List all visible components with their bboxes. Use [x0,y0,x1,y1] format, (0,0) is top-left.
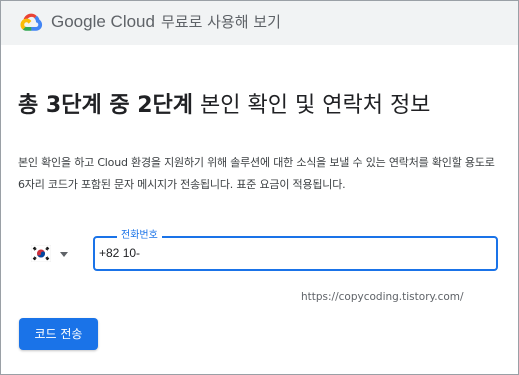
south-korea-flag-icon [31,245,51,262]
description-text: 본인 확인을 하고 Cloud 환경을 지원하기 위해 솔루션에 대한 소식을 … [18,156,495,191]
country-code-selector[interactable] [31,243,75,265]
title-text: 본인 확인 및 연락처 정보 [200,93,431,118]
google-cloud-logo-icon [20,13,43,31]
header-bar: Google Cloud 무료로 사용해 보기 [1,1,518,45]
phone-number-input[interactable] [99,243,479,263]
watermark-url: https://copycoding.tistory.com/ [301,291,464,303]
brand-subtitle: 무료로 사용해 보기 [160,13,281,31]
step-indicator: 총 3단계 중 2단계 [18,93,194,118]
brand-name: Google Cloud [51,12,155,31]
page-title: 총 3단계 중 2단계 본인 확인 및 연락처 정보 [18,91,430,121]
signup-window: Google Cloud 무료로 사용해 보기 총 3단계 중 2단계 본인 확인… [0,0,519,375]
brand: Google Cloud 무료로 사용해 보기 [51,12,281,32]
phone-number-label: 전화번호 [117,229,162,243]
phone-number-field[interactable]: 전화번호 [93,229,498,271]
caret-down-icon [60,252,68,257]
send-code-button[interactable]: 코드 전송 [19,318,98,350]
